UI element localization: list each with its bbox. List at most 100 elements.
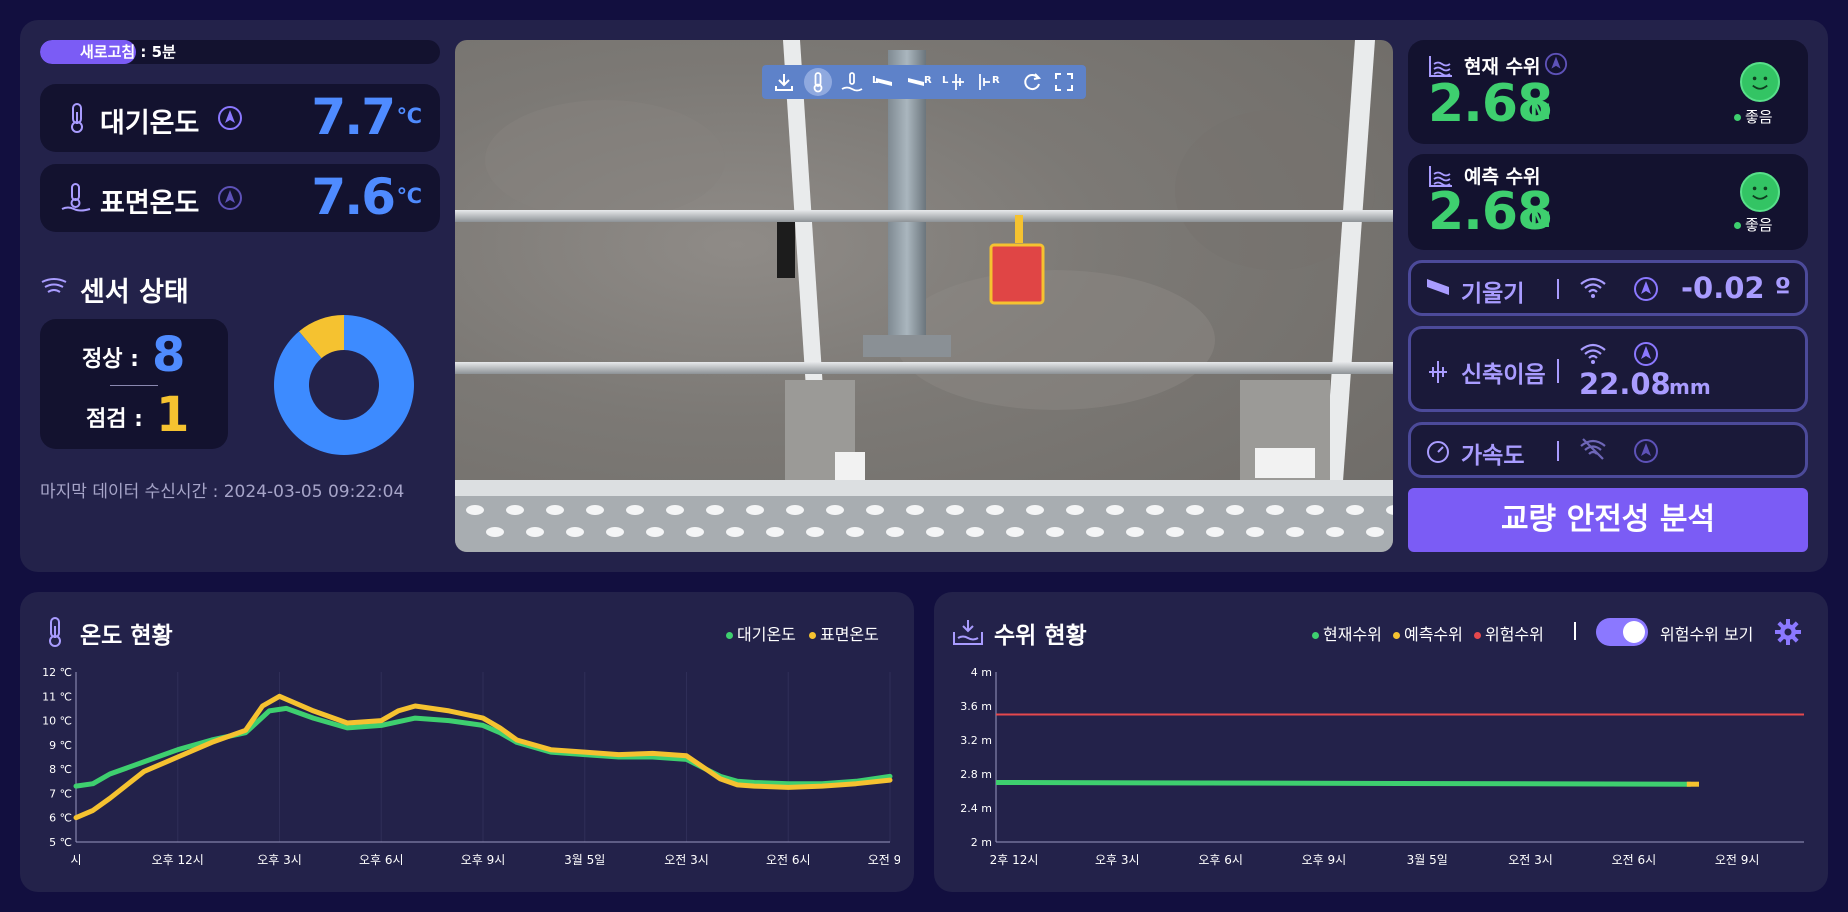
check-count: 1 <box>156 387 190 443</box>
air-temp-card: 대기온도 7.7 ℃ <box>40 84 440 152</box>
x-tick-label: 오후 9시 <box>1302 853 1347 867</box>
expansion-sensor-card[interactable]: 신축이음 22.08 mm <box>1408 326 1808 412</box>
bridge-3d-viewer[interactable]: L R L R <box>455 40 1393 552</box>
air-temp-unit: ℃ <box>396 104 422 128</box>
tilt-left-button[interactable]: L <box>872 68 900 96</box>
accel-label: 가속도 <box>1461 443 1525 469</box>
deck-hole <box>786 505 804 515</box>
y-tick-label: 10 ℃ <box>42 715 72 728</box>
legend-item-air[interactable]: 대기온도 <box>726 625 796 644</box>
compass-icon[interactable] <box>1544 52 1568 76</box>
x-tick-label: 오후 12시 <box>152 853 204 867</box>
bridge-safety-analysis-button[interactable]: 교량 안전성 분석 <box>1408 488 1808 552</box>
status-dot <box>1734 222 1741 229</box>
temperature-line-chart: 시 오후 12시 오후 3시 오후 6시 오후 9시 3월 5일 오전 3시 오전 6시 오전 … <box>42 666 900 867</box>
surface-temp-icon[interactable] <box>838 68 866 96</box>
y-tick-label: 11 ℃ <box>42 690 72 703</box>
x-tick-label: 오전 3시 <box>1508 853 1553 867</box>
refresh-icon[interactable] <box>1018 68 1046 96</box>
download-icon[interactable] <box>770 68 798 96</box>
expansion-label: 신축이음 <box>1461 362 1546 388</box>
deck-hole <box>1226 505 1244 515</box>
tilt-left-label: L <box>872 75 879 86</box>
tilt-sensor-card[interactable]: 기울기 -0.02 º <box>1408 260 1808 316</box>
deck-hole <box>686 527 704 537</box>
expansion-right-button[interactable]: R <box>974 68 1002 96</box>
check-label: 점검 : <box>86 407 143 432</box>
water-level-icon <box>953 620 983 645</box>
deck-hole <box>606 527 624 537</box>
normal-count: 8 <box>152 327 186 383</box>
y-tick-label: 7 ℃ <box>49 787 72 800</box>
legend-item-danger[interactable]: 위험수위 <box>1473 625 1544 644</box>
deck-hole <box>1026 505 1044 515</box>
deck-hole <box>866 505 884 515</box>
x-tick-label: 오전 9시 <box>1715 853 1760 867</box>
deck-hole <box>466 505 484 515</box>
predicted-level-unit: M <box>1530 208 1551 232</box>
legend-label: 예측수위 <box>1403 625 1463 644</box>
deck-hole <box>626 505 644 515</box>
deck-hole <box>1066 505 1084 515</box>
water-level-line-chart: 2후 12시 오후 3시 오후 6시 오후 9시 3월 5일 오전 3시 오전 6시 오전 9… <box>960 666 1804 867</box>
y-tick-label: 12 ℃ <box>42 666 72 679</box>
deck-hole <box>1186 505 1204 515</box>
tilt-label: 기울기 <box>1461 281 1525 307</box>
deck-hole <box>706 505 724 515</box>
x-tick-label: 3월 5일 <box>1407 853 1448 867</box>
deck-hole <box>1366 527 1384 537</box>
deck-hole <box>1046 527 1064 537</box>
surface-temp-value: 7.6 <box>311 168 396 226</box>
thermometer-icon <box>49 617 61 647</box>
y-tick-label: 6 ℃ <box>49 812 72 825</box>
deck-hole <box>1006 527 1024 537</box>
y-tick-label: 2.4 m <box>960 802 992 815</box>
legend-item-current[interactable]: 현재수위 <box>1312 625 1382 644</box>
temperature-chart-title: 온도 현황 <box>80 623 173 649</box>
deck-hole <box>966 527 984 537</box>
deck-hole <box>846 527 864 537</box>
thermometer-toggle[interactable] <box>804 68 832 96</box>
deck-hole <box>566 527 584 537</box>
x-tick-label: 오후 6시 <box>359 853 404 867</box>
water-level-chart-legend: 현재수위 예측수위 위험수위 <box>1312 621 1544 645</box>
divider <box>110 385 158 386</box>
deck-hole <box>666 505 684 515</box>
accel-sensor-card[interactable]: 가속도 <box>1408 422 1808 478</box>
expansion-unit: mm <box>1669 375 1711 399</box>
expansion-left-button[interactable]: L <box>940 68 968 96</box>
y-tick-label: 5 ℃ <box>49 836 72 849</box>
gear-icon[interactable] <box>1774 618 1802 646</box>
compass-icon[interactable] <box>217 105 243 131</box>
deck-hole <box>986 505 1004 515</box>
wifi-icon <box>1580 343 1606 364</box>
speedometer-icon <box>1427 441 1449 463</box>
compass-icon[interactable] <box>1633 341 1659 367</box>
predicted-level-status: 좋음 <box>1734 214 1773 235</box>
surface-temp-label: 표면온도 <box>100 188 200 219</box>
legend-item-surface[interactable]: 표면온도 <box>808 625 879 644</box>
danger-level-toggle[interactable] <box>1596 618 1648 646</box>
legend-item-predicted[interactable]: 예측수위 <box>1392 625 1463 644</box>
current-level-status: 좋음 <box>1734 106 1773 127</box>
deck-hole <box>526 527 544 537</box>
compass-icon[interactable] <box>217 185 243 211</box>
sensor-status-title: 센서 상태 <box>80 277 189 308</box>
deck-hole <box>746 505 764 515</box>
deck-hole <box>926 527 944 537</box>
y-tick-label: 3.2 m <box>960 734 992 747</box>
current-level-unit: M <box>1530 100 1551 124</box>
deck-hole <box>1326 527 1344 537</box>
deck-hole <box>946 505 964 515</box>
compass-icon[interactable] <box>1633 438 1659 464</box>
divider <box>1574 622 1576 640</box>
expansion-right-label: R <box>992 75 1000 86</box>
fullscreen-icon[interactable] <box>1050 68 1078 96</box>
x-tick-label: 3월 5일 <box>564 853 605 867</box>
deck-hole <box>646 527 664 537</box>
surface-temp-unit: ℃ <box>396 184 422 208</box>
expansion-left-label: L <box>942 75 949 86</box>
sensor-status-donut <box>274 315 414 455</box>
compass-icon[interactable] <box>1633 276 1659 302</box>
tilt-right-button[interactable]: R <box>906 68 934 96</box>
